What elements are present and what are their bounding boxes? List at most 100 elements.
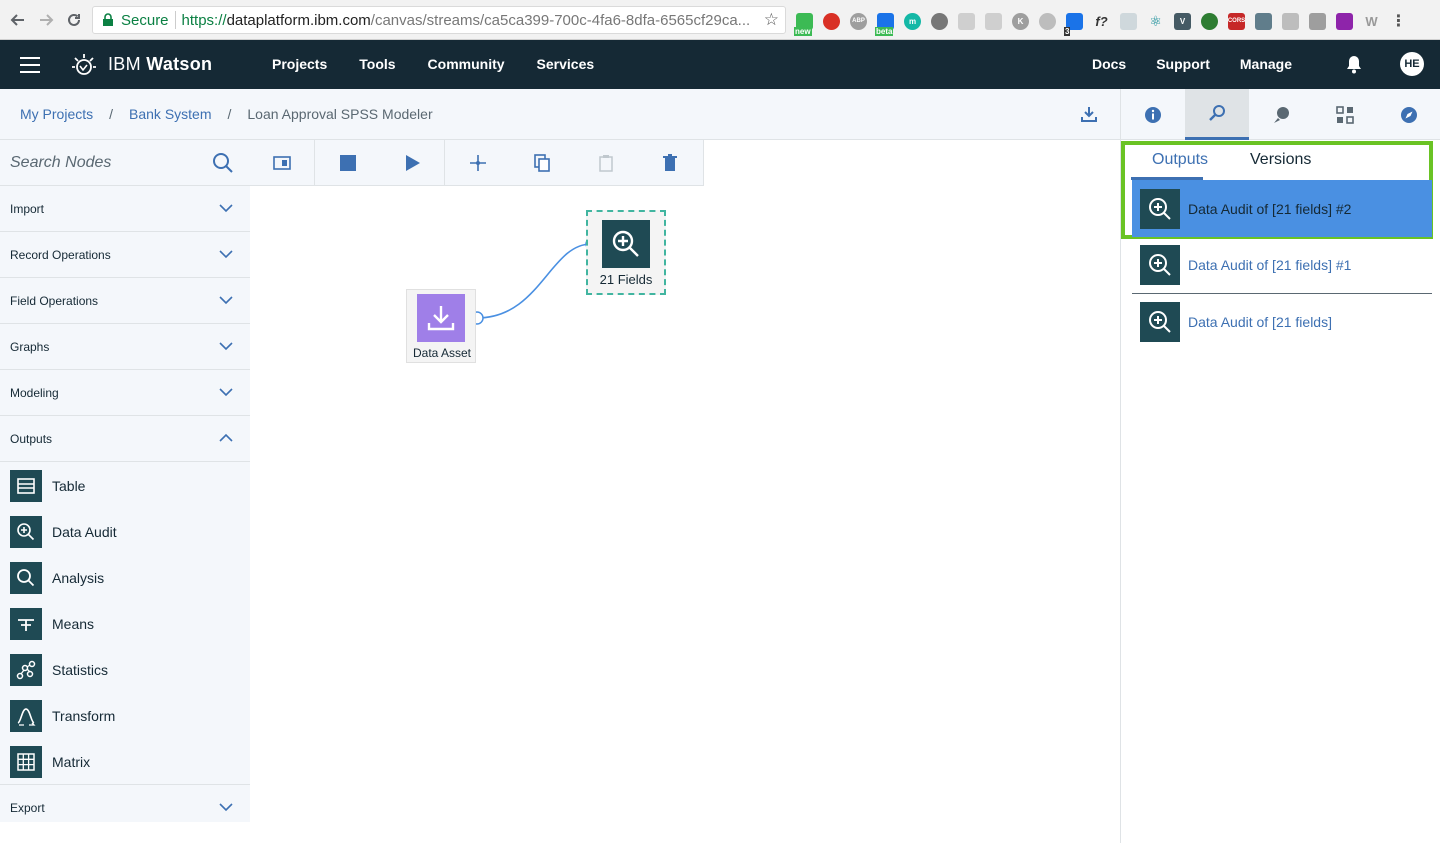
category-record-operations[interactable]: Record Operations bbox=[0, 232, 250, 278]
copy-button[interactable] bbox=[510, 140, 574, 186]
palette-node-statistics[interactable]: Statistics bbox=[10, 654, 108, 686]
palette-node-table[interactable]: Table bbox=[10, 470, 85, 502]
canvas-node-21-fields[interactable]: 21 Fields bbox=[586, 210, 666, 295]
stop-button[interactable] bbox=[316, 140, 380, 186]
canvas-node-data-asset[interactable]: Data Asset bbox=[406, 289, 476, 363]
nav-projects[interactable]: Projects bbox=[272, 56, 327, 72]
toolbar-divider bbox=[314, 140, 315, 186]
output-item[interactable]: Data Audit of [21 fields] #2 bbox=[1132, 180, 1432, 237]
node-label: Analysis bbox=[52, 570, 105, 586]
chevron-down-icon bbox=[219, 342, 233, 351]
chat-icon bbox=[1274, 106, 1289, 123]
extension-monitor-icon[interactable] bbox=[1309, 12, 1326, 30]
category-label: Record Operations bbox=[10, 248, 111, 262]
extension-window-icon[interactable] bbox=[1282, 12, 1299, 30]
category-field-operations[interactable]: Field Operations bbox=[0, 278, 250, 324]
category-modeling[interactable]: Modeling bbox=[0, 370, 250, 416]
trash-icon bbox=[663, 154, 677, 171]
extension-cursor-icon[interactable] bbox=[985, 12, 1002, 30]
connection-link bbox=[470, 238, 597, 325]
magnifier-icon bbox=[10, 562, 42, 594]
flow-canvas[interactable]: Data Asset 21 Fields bbox=[250, 186, 1120, 843]
extension-grey-icon[interactable] bbox=[1039, 12, 1056, 30]
output-label: Data Audit of [21 fields] #1 bbox=[1188, 256, 1352, 273]
toggle-palette-button[interactable] bbox=[250, 140, 314, 186]
run-button[interactable] bbox=[380, 140, 444, 186]
chevron-up-icon bbox=[219, 433, 233, 442]
nav-docs[interactable]: Docs bbox=[1092, 56, 1126, 72]
extension-shield-icon[interactable] bbox=[823, 12, 840, 30]
extension-function-icon[interactable]: f? bbox=[1093, 13, 1110, 30]
chevron-down-icon bbox=[219, 803, 233, 812]
extension-w-icon[interactable]: W bbox=[1363, 13, 1380, 30]
subtab-versions[interactable]: Versions bbox=[1250, 151, 1311, 169]
tab-navigate[interactable] bbox=[1377, 89, 1440, 140]
nav-community[interactable]: Community bbox=[428, 56, 505, 72]
extension-filter-icon[interactable] bbox=[958, 12, 975, 30]
extension-counter-icon[interactable]: 3 bbox=[1064, 12, 1083, 36]
output-item[interactable]: Data Audit of [21 fields] bbox=[1132, 293, 1432, 350]
extension-pen-icon[interactable] bbox=[1120, 12, 1137, 30]
browser-menu-icon[interactable]: ⋮ bbox=[1390, 13, 1407, 30]
nav-manage[interactable]: Manage bbox=[1240, 56, 1292, 72]
download-icon[interactable] bbox=[1080, 105, 1098, 123]
palette-node-transform[interactable]: Transform bbox=[10, 700, 115, 732]
reload-icon[interactable] bbox=[60, 6, 88, 34]
extension-cap-icon[interactable] bbox=[1255, 12, 1272, 30]
category-label: Field Operations bbox=[10, 294, 99, 308]
search-nodes[interactable]: Search Nodes bbox=[0, 140, 250, 186]
category-outputs[interactable]: Outputs bbox=[0, 416, 250, 462]
extension-purple-icon[interactable] bbox=[1336, 12, 1353, 30]
category-export[interactable]: Export bbox=[0, 784, 250, 822]
nav-tools[interactable]: Tools bbox=[359, 56, 395, 72]
extension-m-icon[interactable]: m bbox=[904, 12, 921, 30]
category-label: Graphs bbox=[10, 340, 50, 354]
extension-beta-icon[interactable]: beta bbox=[875, 12, 894, 36]
search-input[interactable]: Search Nodes bbox=[10, 154, 111, 172]
tab-grid[interactable] bbox=[1313, 89, 1377, 140]
tab-info[interactable] bbox=[1121, 89, 1185, 140]
node-label: Data Audit bbox=[52, 524, 117, 540]
tab-outputs[interactable] bbox=[1185, 89, 1249, 140]
output-item[interactable]: Data Audit of [21 fields] #1 bbox=[1132, 236, 1432, 293]
secure-label: Secure bbox=[121, 11, 169, 29]
url-scheme: https:// bbox=[181, 11, 227, 29]
extension-ball-icon[interactable] bbox=[931, 12, 948, 30]
forward-icon[interactable] bbox=[32, 6, 60, 34]
palette-node-analysis[interactable]: Analysis bbox=[10, 562, 104, 594]
user-avatar[interactable]: HE bbox=[1400, 52, 1424, 76]
url-host: dataplatform.ibm.com bbox=[226, 11, 371, 29]
category-graphs[interactable]: Graphs bbox=[0, 324, 250, 370]
extension-cors-icon[interactable]: CORS bbox=[1228, 12, 1245, 30]
address-bar[interactable]: Secure https:// dataplatform.ibm.com /ca… bbox=[92, 6, 786, 34]
extension-new-icon[interactable]: new bbox=[794, 12, 813, 36]
breadcrumb-my-projects[interactable]: My Projects bbox=[20, 106, 93, 122]
info-icon bbox=[1145, 106, 1161, 123]
delete-button[interactable] bbox=[638, 140, 702, 186]
brand-title[interactable]: IBM Watson bbox=[108, 54, 212, 75]
palette-node-data-audit[interactable]: Data Audit bbox=[10, 516, 117, 548]
subtab-outputs[interactable]: Outputs bbox=[1152, 151, 1208, 169]
paste-button[interactable] bbox=[574, 140, 638, 186]
breadcrumb-bank-system[interactable]: Bank System bbox=[129, 106, 211, 122]
statistics-icon bbox=[10, 654, 42, 686]
extension-react-icon[interactable]: ⚛ bbox=[1147, 13, 1164, 30]
hamburger-menu-icon[interactable] bbox=[20, 57, 40, 73]
output-label: Data Audit of [21 fields] bbox=[1188, 313, 1332, 330]
nav-support[interactable]: Support bbox=[1156, 56, 1210, 72]
tab-comments[interactable] bbox=[1249, 89, 1313, 140]
category-import[interactable]: Import bbox=[0, 186, 250, 232]
search-icon[interactable] bbox=[212, 152, 234, 174]
notification-bell-icon[interactable] bbox=[1344, 54, 1364, 74]
nav-services[interactable]: Services bbox=[537, 56, 595, 72]
bookmark-star-icon[interactable]: ☆ bbox=[764, 10, 779, 30]
palette-node-matrix[interactable]: Matrix bbox=[10, 746, 90, 778]
extension-k-icon[interactable]: K bbox=[1012, 12, 1029, 30]
extension-v-icon[interactable]: V bbox=[1174, 12, 1191, 30]
extension-ring-icon[interactable] bbox=[1201, 12, 1218, 30]
arrange-button[interactable] bbox=[446, 140, 510, 186]
extension-abp-icon[interactable]: ABP bbox=[850, 12, 867, 30]
back-icon[interactable] bbox=[4, 6, 32, 34]
palette-node-means[interactable]: Means bbox=[10, 608, 94, 640]
search-results-icon bbox=[1209, 105, 1225, 121]
